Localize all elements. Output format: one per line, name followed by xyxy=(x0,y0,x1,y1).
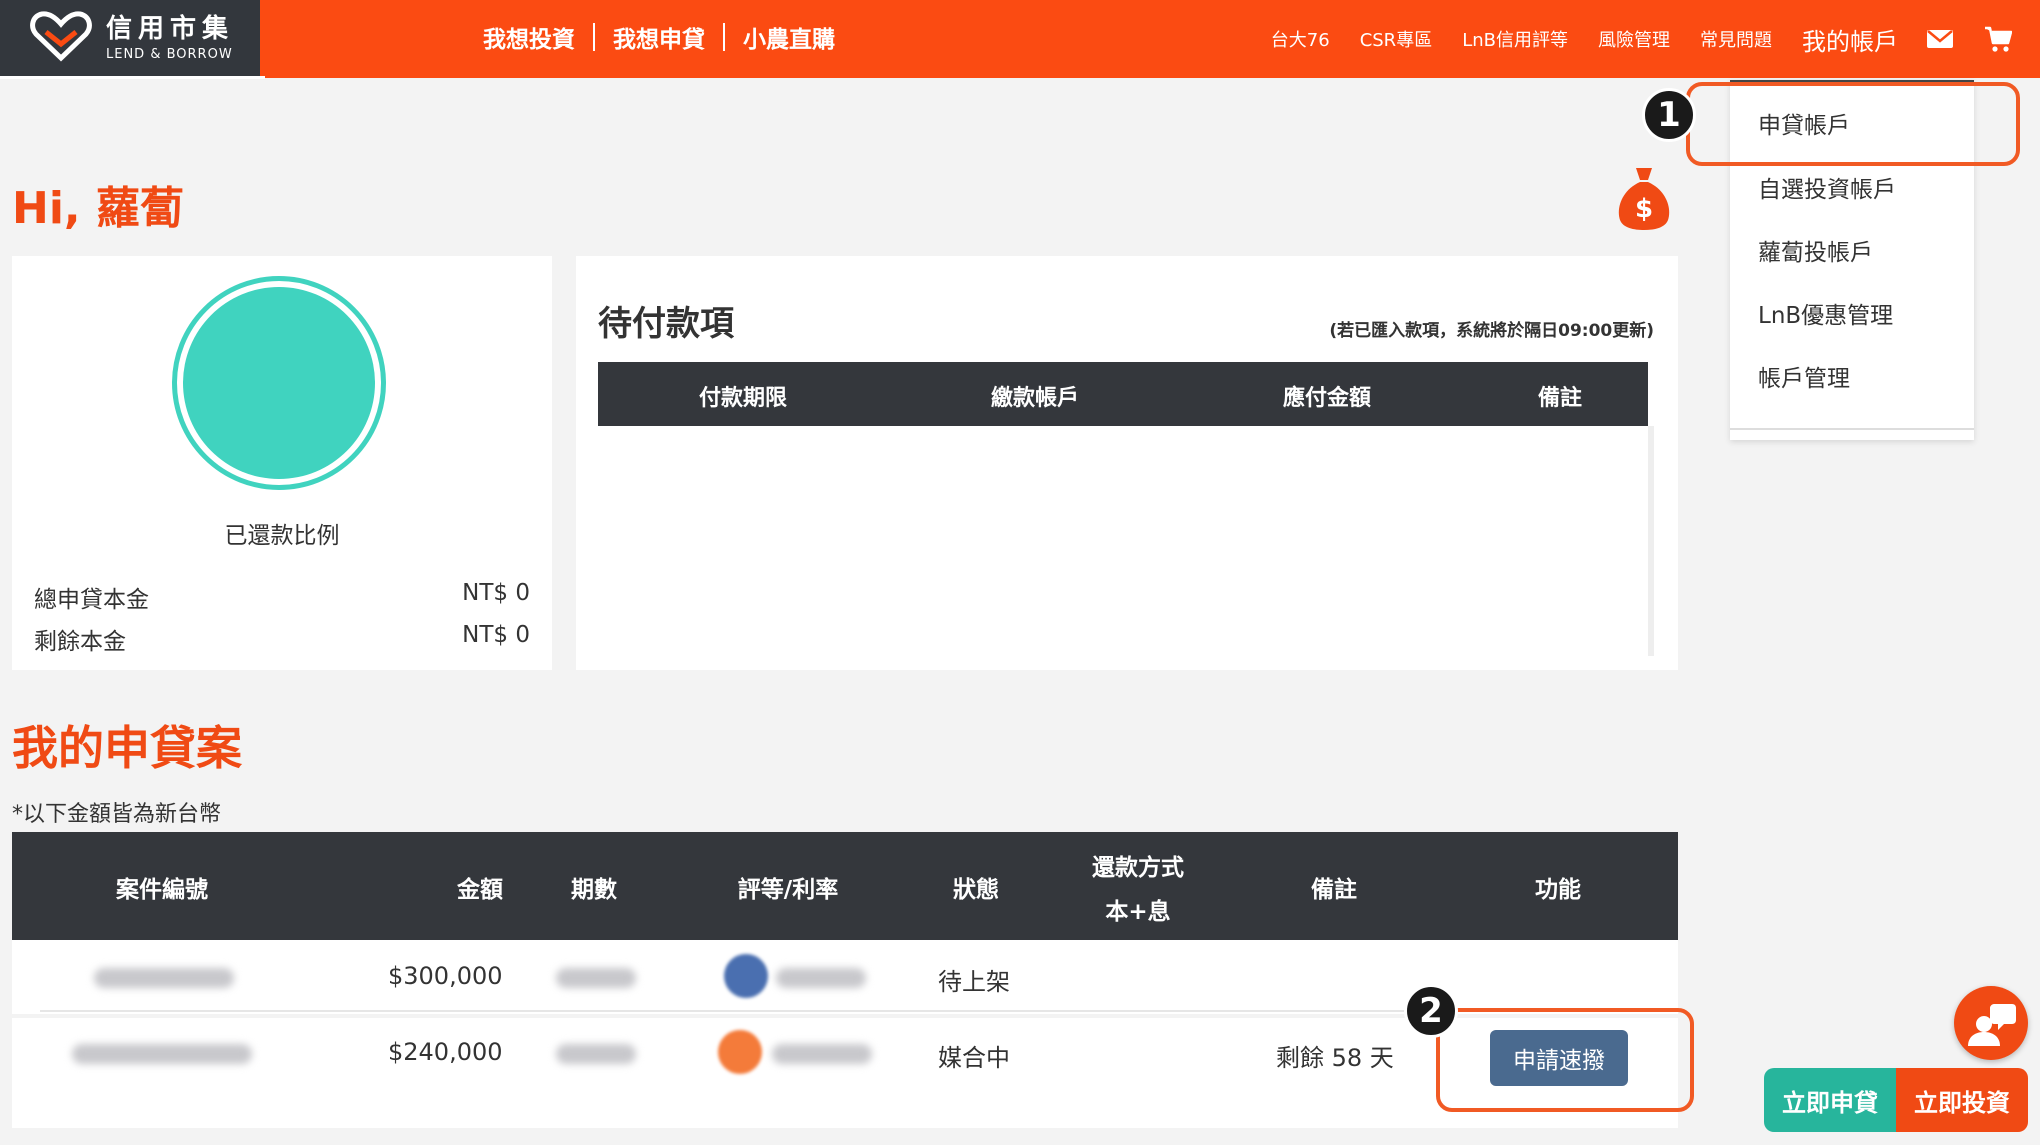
nav-credit-rating[interactable]: LnB信用評等 xyxy=(1462,26,1568,52)
remaining-principal-row: 剩餘本金 NT$ 0 xyxy=(34,622,530,656)
row-divider xyxy=(40,1010,1640,1012)
installments-redacted xyxy=(556,968,636,988)
main-nav: 我想投資 我想申貸 小農直購 xyxy=(465,20,853,54)
repayment-ratio-label: 已還款比例 xyxy=(224,523,340,549)
nav-my-account[interactable]: 我的帳戶 xyxy=(1802,22,1898,57)
invest-now-button[interactable]: 立即投資 xyxy=(1896,1068,2028,1132)
repayment-ratio-chart xyxy=(172,276,386,490)
col-repayment-type: 本+息 xyxy=(1105,899,1171,925)
repayment-summary-card: 已還款比例 總申貸本金 NT$ 0 剩餘本金 NT$ 0 xyxy=(12,256,552,670)
grade-badge-icon xyxy=(724,954,768,998)
rate-redacted xyxy=(776,968,866,988)
loan-amount: $240,000 xyxy=(388,1038,503,1066)
money-bag-icon[interactable]: $ xyxy=(1614,164,1674,232)
nav-risk-management[interactable]: 風險管理 xyxy=(1598,26,1670,52)
secondary-nav: 台大76 CSR專區 LnB信用評等 風險管理 常見問題 我的帳戶 xyxy=(1271,0,2040,78)
top-navbar: 信用市集 LEND & BORROW 我想投資 我想申貸 小農直購 台大76 C… xyxy=(0,0,2040,79)
total-principal-label: 總申貸本金 xyxy=(34,587,149,613)
col-payment-remark: 備註 xyxy=(1537,386,1583,411)
col-grade-rate: 評等/利率 xyxy=(737,877,839,903)
loan-remaining-days: 剩餘 58 天 xyxy=(1276,1044,1394,1072)
dropdown-divider xyxy=(1730,428,1974,430)
installments-redacted xyxy=(556,1044,636,1064)
col-status: 狀態 xyxy=(953,877,999,903)
customer-service-chat-icon[interactable] xyxy=(1954,986,2028,1060)
case-number-redacted xyxy=(94,968,234,988)
loan-now-button[interactable]: 立即申貸 xyxy=(1764,1068,1896,1132)
col-case-number: 案件編號 xyxy=(116,877,208,903)
case-number-redacted xyxy=(72,1044,252,1064)
nav-ntu76[interactable]: 台大76 xyxy=(1271,26,1330,52)
logo-underline xyxy=(0,76,265,79)
callout-number-2: 2 xyxy=(1404,984,1458,1038)
col-remark: 備註 xyxy=(1311,877,1357,903)
pending-payments-card: 待付款項 (若已匯入款項，系統將於隔日09:00更新) 付款期限 繳款帳戶 應付… xyxy=(576,256,1678,670)
logo-chinese-text: 信用市集 xyxy=(106,14,235,44)
menu-self-invest-account[interactable]: 自選投資帳戶 xyxy=(1758,170,1896,204)
pending-payments-note: (若已匯入款項，系統將於隔日09:00更新) xyxy=(1329,321,1654,341)
repayment-ratio-fill xyxy=(183,287,375,479)
col-function: 功能 xyxy=(1535,877,1581,903)
remaining-principal-label: 剩餘本金 xyxy=(34,629,126,655)
chat-person-icon xyxy=(1968,1004,2016,1046)
col-payment-account: 繳款帳戶 xyxy=(990,386,1080,411)
remaining-principal-value: NT$ 0 xyxy=(462,622,530,648)
site-logo[interactable]: 信用市集 LEND & BORROW xyxy=(0,0,260,78)
col-repayment-method: 還款方式 xyxy=(1092,855,1184,881)
total-principal-row: 總申貸本金 NT$ 0 xyxy=(34,580,530,614)
payments-table-header: 付款期限 繳款帳戶 應付金額 備註 xyxy=(598,362,1648,426)
logo-english-text: LEND & BORROW xyxy=(106,47,233,62)
svg-text:$: $ xyxy=(1635,194,1653,224)
total-principal-value: NT$ 0 xyxy=(462,580,530,606)
loans-table-header: 案件編號 金額 期數 評等/利率 狀態 還款方式 本+息 備註 功能 xyxy=(12,832,1678,940)
greeting-title: Hi, 蘿蔔 xyxy=(12,183,184,234)
menu-account-management[interactable]: 帳戶管理 xyxy=(1758,359,1850,393)
nav-invest[interactable]: 我想投資 xyxy=(465,20,593,54)
highlight-box-apply-button xyxy=(1436,1008,1694,1112)
heart-hands-logo-icon xyxy=(30,11,92,62)
menu-lnb-coupon[interactable]: LnB優惠管理 xyxy=(1758,296,1893,330)
rate-redacted xyxy=(772,1044,872,1064)
loan-status: 待上架 xyxy=(938,968,1010,996)
my-loans-title: 我的申貸案 xyxy=(12,721,242,775)
col-payment-deadline: 付款期限 xyxy=(698,386,788,411)
loan-status: 媒合中 xyxy=(938,1044,1010,1072)
highlight-box-loan-account xyxy=(1686,82,2020,166)
cart-icon[interactable] xyxy=(1984,25,2012,53)
nav-borrow[interactable]: 我想申貸 xyxy=(595,20,723,54)
loan-amount: $300,000 xyxy=(388,962,503,990)
grade-badge-icon xyxy=(718,1030,762,1074)
my-loans-currency-note: *以下金額皆為新台幣 xyxy=(12,802,222,827)
pending-payments-title: 待付款項 xyxy=(598,304,734,344)
menu-robo-invest-account[interactable]: 蘿蔔投帳戶 xyxy=(1758,233,1873,267)
col-installments: 期數 xyxy=(571,877,617,903)
mail-icon[interactable] xyxy=(1926,25,1954,53)
callout-number-1: 1 xyxy=(1642,88,1696,142)
col-amount: 金額 xyxy=(457,877,503,903)
nav-faq[interactable]: 常見問題 xyxy=(1700,26,1772,52)
nav-farm-direct[interactable]: 小農直購 xyxy=(725,20,853,54)
payments-scrollbar[interactable] xyxy=(1648,426,1654,656)
nav-csr[interactable]: CSR專區 xyxy=(1360,26,1433,52)
col-amount-due: 應付金額 xyxy=(1282,386,1372,411)
